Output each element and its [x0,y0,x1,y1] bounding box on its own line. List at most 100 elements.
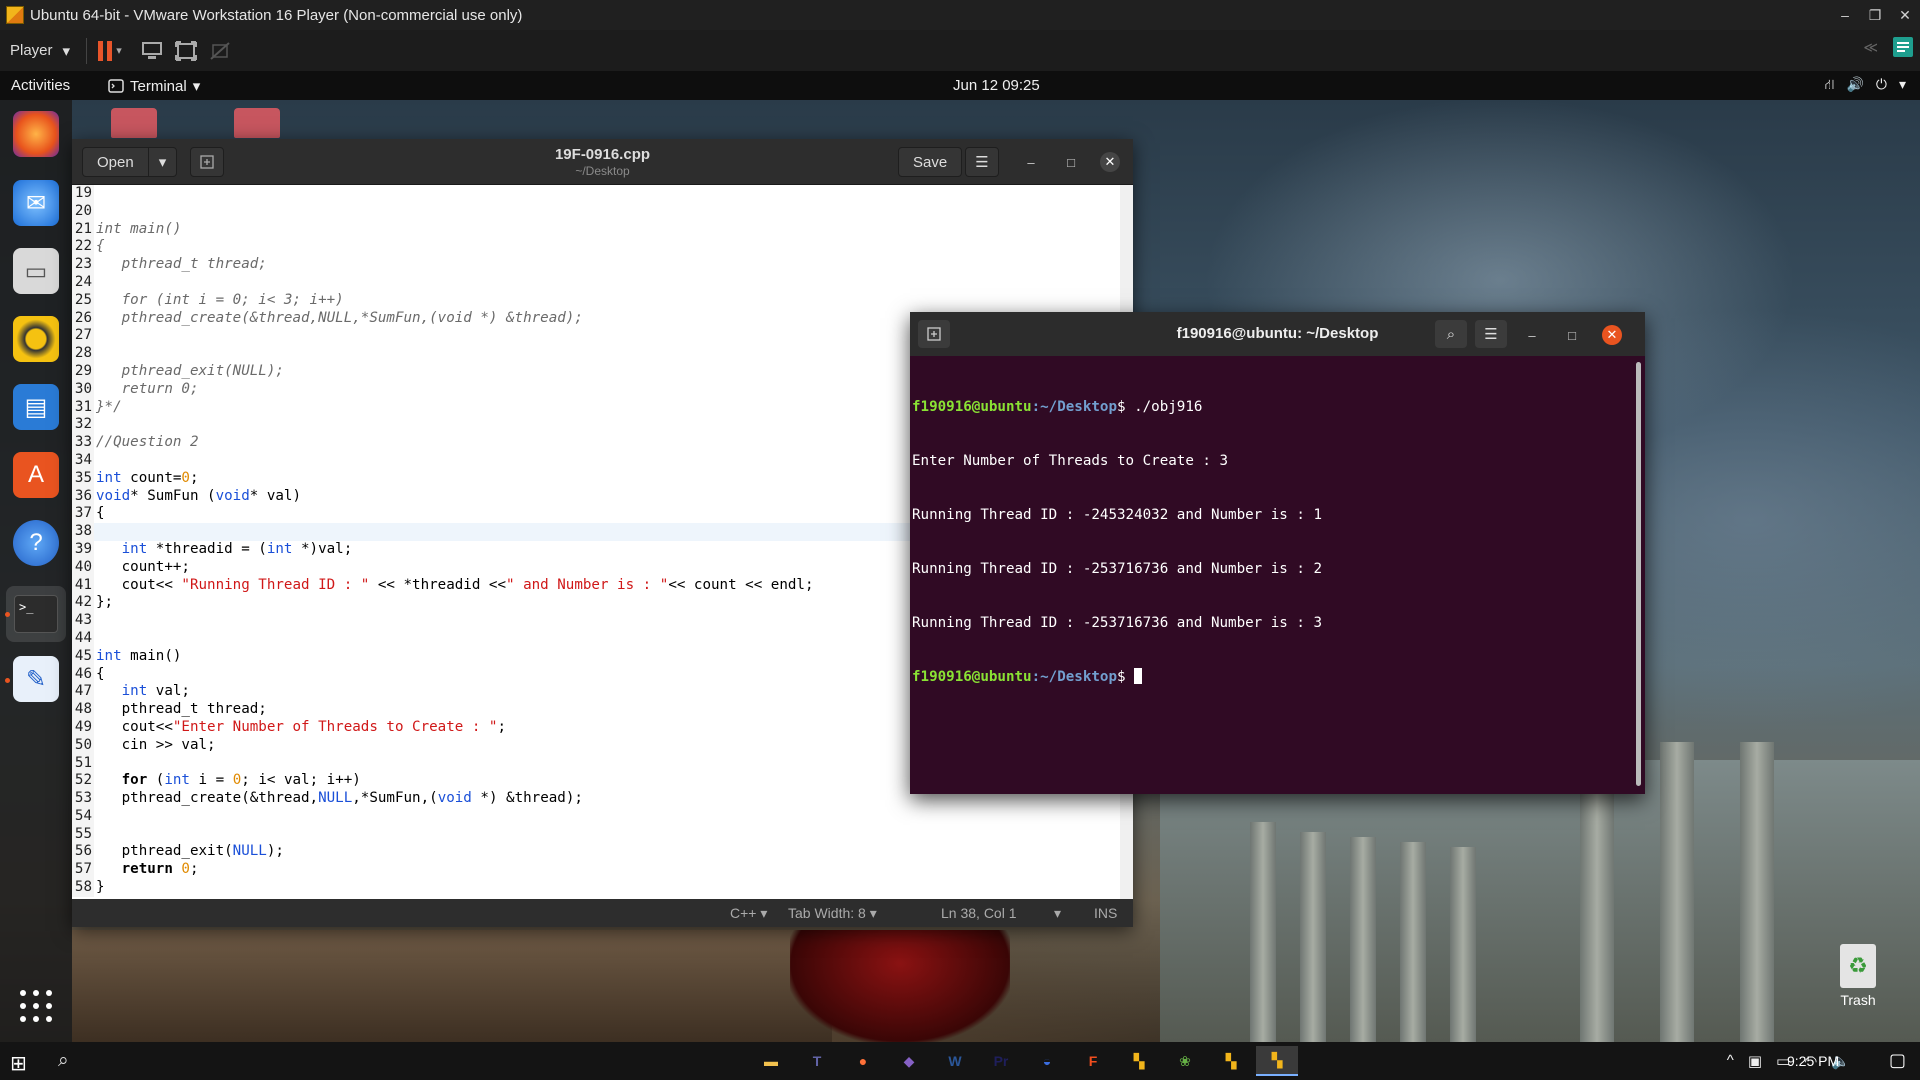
close-button[interactable]: ✕ [1602,325,1622,345]
line-number: 56 [72,843,94,862]
code-text: int main() [96,647,182,664]
vm-close-button[interactable]: ✕ [1890,0,1920,30]
maximize-button[interactable]: □ [1562,325,1582,345]
line-number: 58 [72,879,94,897]
computer-icon [142,41,163,59]
code-line[interactable]: 57 return 0; [72,861,1120,880]
windows-start-icon[interactable]: ⊞ [10,1051,27,1076]
unity-icon [210,41,230,60]
terminal-output[interactable]: f190916@ubuntu:~/Desktop$ ./obj916 Enter… [912,362,1632,722]
taskbar-app-visual-studio-icon[interactable]: ◆ [888,1046,930,1076]
show-applications-icon[interactable] [20,990,52,1022]
vmware-toolbar: Player ▾ ▾ ≪ [0,30,1920,71]
system-tray[interactable]: ⛙ 🔊 ⏻ ▾ [1825,76,1906,95]
output-line: Running Thread ID : -245324032 and Numbe… [912,507,1322,523]
taskbar-app-ubuntu-vm-icon[interactable]: ▚ [1210,1046,1252,1076]
pause-button[interactable]: ▾ [93,36,127,66]
search-icon[interactable]: ⌕ [1435,320,1467,348]
chevron-down-icon[interactable]: ▾ [1054,905,1061,922]
unity-button[interactable] [203,36,237,66]
home-folder-icon[interactable] [111,108,157,138]
line-number: 22 [72,238,94,257]
code-line[interactable]: 25 for (int i = 0; i< 3; i++) [72,291,1120,310]
player-menu[interactable]: Player ▾ [0,42,80,60]
code-line[interactable]: 23 pthread_t thread; [72,256,1120,274]
taskbar-app-word-icon[interactable]: W [934,1046,976,1076]
files-icon[interactable]: ▭ [13,248,59,294]
code-line[interactable]: 21 int main() [72,220,1120,239]
line-number: 39 [72,540,94,559]
code-text: for (int i = 0; i< 3; i++) [96,291,344,308]
code-line[interactable]: 20 [72,202,1120,221]
collapse-icon[interactable]: ≪ [1863,39,1878,56]
software-icon[interactable]: A [13,452,59,498]
folder-icon[interactable] [234,108,280,138]
code-text: int *threadid = (int *)val; [121,540,353,557]
trash-desktop-item[interactable]: ♻ Trash [1828,944,1888,1008]
help-icon[interactable]: ? [13,520,59,566]
line-number: 29 [72,362,94,381]
notification-icon[interactable]: ▢ [1889,1050,1906,1071]
vm-restore-button[interactable]: ❐ [1860,0,1890,30]
terminal-scrollbar[interactable] [1636,362,1641,786]
chevron-up-icon[interactable]: ^ [1727,1052,1734,1070]
taskbar-app-premiere-icon[interactable]: Pr [980,1046,1022,1076]
taskbar-app-vmware-icon[interactable]: ▚ [1118,1046,1160,1076]
taskbar-app-teams-icon[interactable]: T [796,1046,838,1076]
firefox-icon[interactable] [13,111,59,157]
code-line[interactable]: 19 [72,185,1120,203]
trash-label: Trash [1840,992,1876,1008]
send-ctrl-alt-del-button[interactable] [135,36,169,66]
line-number: 21 [72,220,94,239]
code-line[interactable]: 55 [72,825,1120,844]
close-button[interactable]: ✕ [1100,152,1120,172]
search-icon[interactable]: ⌕ [58,1050,69,1072]
language-selector[interactable]: C++ ▾ [730,905,767,922]
gedit-header-bar: Open ▾ 19F-0916.cpp ~/Desktop Save ☰ – □… [72,139,1133,185]
code-line[interactable]: 54 [72,807,1120,826]
app-menu[interactable]: Terminal ▾ [108,77,200,95]
pause-icon [98,40,113,61]
vm-minimize-button[interactable]: – [1830,0,1860,30]
text-editor-icon[interactable]: ✎ [13,656,59,702]
code-line[interactable]: 24 [72,273,1120,292]
hamburger-menu-icon[interactable]: ☰ [965,147,999,177]
save-button[interactable]: Save [898,147,963,177]
taskbar-app-utility-icon[interactable]: ❀ [1164,1046,1206,1076]
taskbar-app-files-icon[interactable]: ▬ [750,1046,792,1076]
toolbar-divider [86,37,88,64]
code-text: count++; [96,558,190,575]
tab-width-selector[interactable]: Tab Width: 8 ▾ [788,905,877,922]
cursor-position[interactable]: Ln 38, Col 1 [941,905,1017,921]
code-text: pthread_t thread; [96,701,267,718]
fullscreen-button[interactable] [169,36,203,66]
activities-button[interactable]: Activities [11,77,70,94]
library-icon[interactable] [1892,36,1914,58]
security-icon[interactable]: ▣ [1748,1052,1762,1070]
code-line[interactable]: 58} [72,879,1120,897]
hamburger-menu-icon[interactable]: ☰ [1475,320,1507,348]
thunderbird-icon[interactable]: ✉ [13,180,59,226]
code-text: pthread_exit(NULL); [96,362,284,379]
clock[interactable]: Jun 12 09:25 [953,77,1040,94]
rhythmbox-icon[interactable] [13,316,59,362]
code-line[interactable]: 22{ [72,238,1120,257]
taskbar-app-vmware-player-icon[interactable]: ▚ [1256,1046,1298,1076]
taskbar-app-firefox-icon[interactable]: ● [842,1046,884,1076]
taskbar-app-vault-icon[interactable]: ◒ [1026,1046,1068,1076]
minimize-button[interactable]: – [1522,325,1542,345]
terminal-dock-item[interactable]: >_ [6,586,66,642]
taskbar-app-figma-icon[interactable]: F [1072,1046,1114,1076]
maximize-button[interactable]: □ [1061,152,1081,172]
minimize-button[interactable]: – [1021,152,1041,172]
taskbar-clock[interactable]: 9:25 PM [1787,1053,1839,1069]
code-text: int count=0; [96,469,199,486]
code-line[interactable]: 56 pthread_exit(NULL); [72,843,1120,862]
writer-icon[interactable]: ▤ [13,384,59,430]
chevron-down-icon: ▾ [116,45,122,57]
